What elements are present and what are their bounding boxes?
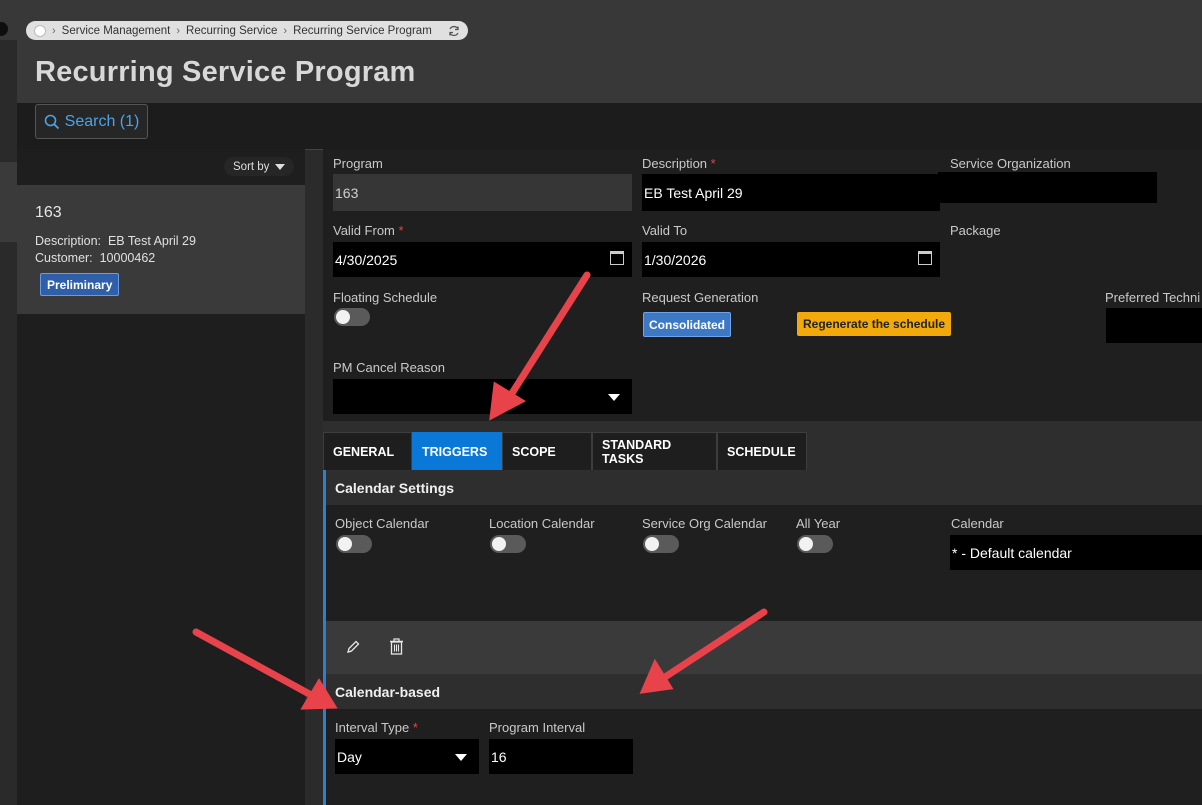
service-org-calendar-label: Service Org Calendar: [642, 516, 767, 531]
floating-schedule-label: Floating Schedule: [333, 290, 438, 305]
tab-scope[interactable]: SCOPE: [502, 432, 592, 470]
home-icon[interactable]: [34, 24, 46, 37]
all-year-toggle[interactable]: [797, 535, 833, 553]
pm-cancel-reason-label: PM Cancel Reason: [333, 360, 445, 375]
package-label: Package: [950, 223, 1001, 238]
object-calendar-toggle[interactable]: [336, 535, 372, 553]
valid-from-label-text: Valid From: [333, 223, 395, 238]
calendar-label: Calendar: [951, 516, 1004, 531]
request-generation-value[interactable]: Consolidated: [643, 312, 732, 337]
description-label: Description:: [35, 234, 101, 248]
customer-label: Customer:: [35, 251, 93, 265]
sort-by-label: Sort by: [233, 160, 270, 173]
tab-general[interactable]: GENERAL: [323, 432, 412, 470]
location-calendar-label: Location Calendar: [489, 516, 595, 531]
valid-to-value: 1/30/2026: [644, 251, 707, 268]
object-calendar-label: Object Calendar: [335, 516, 429, 531]
toggle-knob: [492, 537, 506, 551]
breadcrumb-item-service-management[interactable]: Service Management: [62, 25, 171, 37]
toolbar: [17, 103, 1202, 150]
program-interval-label: Program Interval: [489, 720, 586, 735]
chevron-right-icon: ›: [283, 24, 288, 37]
description-field-label: Description *: [642, 156, 716, 171]
toggle-knob: [336, 310, 350, 324]
calendar-icon[interactable]: [610, 251, 624, 265]
interval-type-label-text: Interval Type: [335, 720, 410, 735]
tab-schedule[interactable]: SCHEDULE: [717, 432, 807, 470]
customer-value: 10000462: [99, 251, 156, 265]
pencil-icon[interactable]: [345, 639, 361, 655]
search-button[interactable]: Search (1): [35, 104, 148, 139]
request-generation-label: Request Generation: [642, 290, 759, 305]
required-mark: *: [710, 156, 716, 171]
caret-down-icon: [608, 393, 620, 401]
description-value: EB Test April 29: [107, 234, 196, 248]
left-nav-strip: [0, 40, 17, 805]
preferred-tech-input[interactable]: [1106, 308, 1202, 343]
chevron-right-icon: ›: [52, 24, 56, 37]
chevron-right-icon: ›: [176, 24, 181, 37]
interval-type-label: Interval Type *: [335, 720, 418, 735]
pm-cancel-reason-select[interactable]: [333, 379, 632, 414]
valid-from-input[interactable]: 4/30/2025: [333, 242, 632, 277]
program-field: 163: [333, 174, 632, 211]
valid-from-value: 4/30/2025: [335, 251, 398, 268]
service-org-calendar-toggle[interactable]: [643, 535, 679, 553]
trash-icon[interactable]: [389, 638, 404, 655]
description-label-text: Description: [642, 156, 708, 171]
breadcrumb-item-recurring-service[interactable]: Recurring Service: [186, 25, 277, 37]
breadcrumb: › Service Management › Recurring Service…: [26, 21, 468, 40]
status-badge: Preliminary: [40, 273, 120, 296]
floating-schedule-toggle[interactable]: [334, 308, 370, 326]
interval-type-value: Day: [337, 748, 362, 765]
calendar-based-header: Calendar-based: [326, 674, 1202, 709]
caret-down-icon: [455, 753, 467, 761]
program-label: Program: [333, 156, 383, 171]
valid-to-label: Valid To: [642, 223, 688, 238]
regenerate-schedule-button[interactable]: Regenerate the schedule: [797, 312, 952, 336]
valid-to-input[interactable]: 1/30/2026: [642, 242, 940, 277]
breadcrumb-item-recurring-service-program[interactable]: Recurring Service Program: [293, 25, 432, 37]
service-org-label: Service Organization: [950, 156, 1071, 171]
calendar-select[interactable]: * - Default calendar: [950, 535, 1202, 570]
calendar-icon[interactable]: [918, 251, 932, 265]
service-org-input[interactable]: [938, 172, 1157, 203]
location-calendar-toggle[interactable]: [490, 535, 526, 553]
program-interval-input[interactable]: 16: [489, 739, 633, 774]
tab-triggers[interactable]: TRIGGERS: [412, 432, 502, 470]
sort-by-button[interactable]: Sort by: [224, 157, 295, 176]
all-year-label: All Year: [796, 516, 841, 531]
valid-from-label: Valid From *: [333, 223, 404, 238]
toggle-knob: [799, 537, 813, 551]
record-card-id: 163: [35, 204, 62, 221]
required-mark: *: [412, 720, 418, 735]
description-input[interactable]: EB Test April 29: [642, 174, 940, 211]
page-title: Recurring Service Program: [35, 56, 416, 88]
toggle-knob: [338, 537, 352, 551]
preferred-tech-label: Preferred Techni: [1105, 290, 1201, 305]
required-mark: *: [398, 223, 404, 238]
refresh-icon[interactable]: [448, 25, 460, 37]
record-card-customer: Customer: 10000462: [35, 251, 155, 265]
calendar-settings-header: Calendar Settings: [326, 470, 1202, 505]
record-card-description: Description: EB Test April 29: [35, 234, 196, 248]
search-icon: [44, 114, 59, 129]
tab-standard-tasks[interactable]: STANDARD TASKS: [592, 432, 717, 470]
search-button-label: Search (1): [64, 112, 140, 130]
toggle-knob: [645, 537, 659, 551]
left-nav-highlight: [0, 162, 17, 242]
section-action-bar: [326, 621, 1202, 674]
caret-down-icon: [275, 163, 286, 170]
interval-type-select[interactable]: Day: [335, 739, 479, 774]
